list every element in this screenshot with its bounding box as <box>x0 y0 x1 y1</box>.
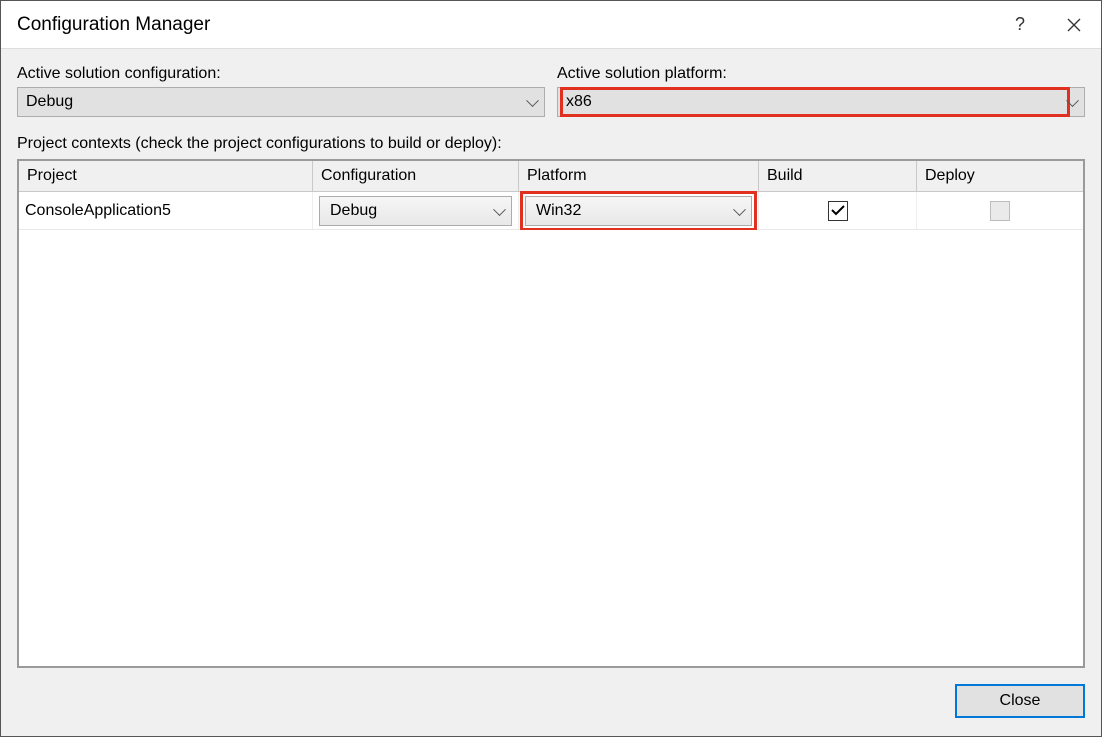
chevron-down-icon <box>495 208 505 214</box>
close-button[interactable]: Close <box>955 684 1085 718</box>
cell-configuration: Debug <box>313 192 519 229</box>
solution-settings-row: Active solution configuration: Debug Act… <box>17 65 1085 117</box>
cell-project: ConsoleApplication5 <box>19 192 313 229</box>
grid-empty-area <box>19 230 1083 666</box>
window-title: Configuration Manager <box>17 14 993 36</box>
active-config-dropdown[interactable]: Debug <box>17 87 545 117</box>
active-config-group: Active solution configuration: Debug <box>17 65 545 117</box>
deploy-checkbox <box>990 201 1010 221</box>
col-deploy[interactable]: Deploy <box>917 161 1083 192</box>
row-platform-dropdown[interactable]: Win32 <box>525 196 752 226</box>
active-platform-label: Active solution platform: <box>557 65 1085 83</box>
configuration-manager-window: Configuration Manager ? Active solution … <box>0 0 1102 737</box>
project-contexts-label: Project contexts (check the project conf… <box>17 135 1085 153</box>
col-project[interactable]: Project <box>19 161 313 192</box>
checkmark-icon <box>831 205 845 216</box>
active-platform-group: Active solution platform: x86 <box>557 65 1085 117</box>
active-config-value: Debug <box>26 93 528 111</box>
build-checkbox[interactable] <box>828 201 848 221</box>
close-icon <box>1067 18 1081 32</box>
col-build[interactable]: Build <box>759 161 917 192</box>
window-close-button[interactable] <box>1047 1 1101 48</box>
dialog-footer: Close <box>17 668 1085 718</box>
dialog-body: Active solution configuration: Debug Act… <box>1 49 1101 736</box>
titlebar: Configuration Manager ? <box>1 1 1101 49</box>
row-config-value: Debug <box>330 202 495 220</box>
active-platform-dropdown[interactable]: x86 <box>557 87 1085 117</box>
grid-header: Project Configuration Platform Build Dep… <box>19 161 1083 192</box>
chevron-down-icon <box>528 99 538 105</box>
active-platform-value: x86 <box>562 89 1068 115</box>
col-platform[interactable]: Platform <box>519 161 759 192</box>
col-configuration[interactable]: Configuration <box>313 161 519 192</box>
cell-platform: Win32 <box>519 192 759 229</box>
cell-build <box>759 192 917 229</box>
row-platform-value: Win32 <box>536 202 735 220</box>
table-row: ConsoleApplication5 Debug Win32 <box>19 192 1083 230</box>
project-contexts-grid: Project Configuration Platform Build Dep… <box>17 159 1085 668</box>
chevron-down-icon <box>1068 99 1078 105</box>
chevron-down-icon <box>735 208 745 214</box>
active-config-label: Active solution configuration: <box>17 65 545 83</box>
row-config-dropdown[interactable]: Debug <box>319 196 512 226</box>
cell-deploy <box>917 192 1083 229</box>
help-button[interactable]: ? <box>993 1 1047 48</box>
